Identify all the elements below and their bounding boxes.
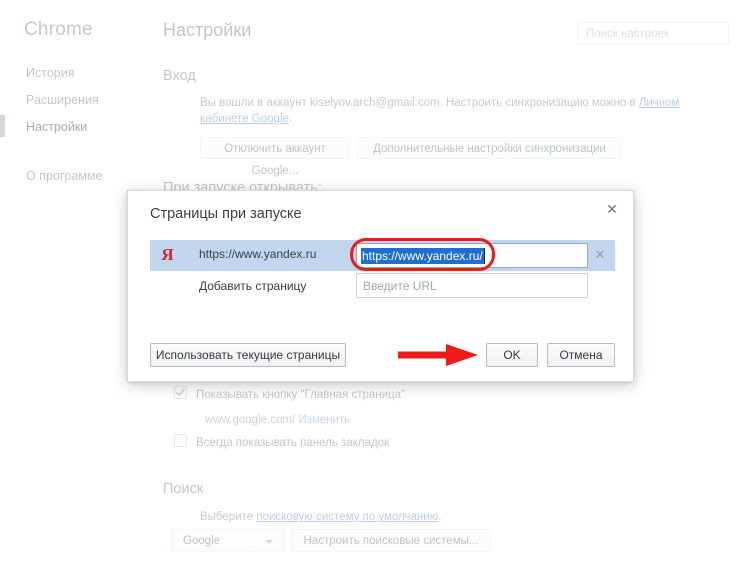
sidebar-item-history[interactable]: История <box>24 60 139 87</box>
startup-page-label: https://www.yandex.ru <box>199 247 317 261</box>
disconnect-google-account-button[interactable]: Отключить аккаунт Google... <box>200 137 350 177</box>
always-show-bookmarks-row[interactable]: Всегда показывать панель закладок <box>174 434 389 449</box>
remove-startup-page-icon[interactable]: ✕ <box>592 247 608 263</box>
add-page-label: Добавить страницу <box>199 279 307 293</box>
dialog-title: Страницы при запуске <box>150 206 302 222</box>
startup-pages-dialog: Страницы при запуске ✕ Я https://www.yan… <box>127 190 634 382</box>
text-cursor <box>484 248 485 264</box>
sidebar-item-label: История <box>26 66 75 80</box>
chrome-brand-label: Chrome <box>24 19 93 40</box>
advanced-sync-settings-button[interactable]: Дополнительные настройки синхронизации <box>357 137 622 159</box>
search-engine-select[interactable]: Google <box>172 529 284 552</box>
checkbox-unchecked-icon[interactable] <box>174 434 187 447</box>
checkbox-checked-icon[interactable] <box>174 386 187 399</box>
show-home-button-label: Показывать кнопку "Главная страница" <box>196 389 406 401</box>
add-page-url-input[interactable]: Введите URL <box>356 273 588 298</box>
sidebar-item-about[interactable]: О программе <box>24 163 139 190</box>
search-description-text: Выберите <box>200 511 257 523</box>
startup-page-url-input[interactable]: https://www.yandex.ru/ <box>356 243 588 268</box>
signin-section-heading: Вход <box>163 68 196 84</box>
search-settings-input[interactable]: Поиск настроек <box>577 22 729 45</box>
close-icon[interactable]: ✕ <box>602 199 622 219</box>
signin-description-tail: . <box>288 113 293 125</box>
cancel-button[interactable]: Отмена <box>547 343 615 367</box>
signin-description: Вы вошли в аккаунт kiselyov.arch@gmail.c… <box>200 95 730 127</box>
search-section-description: Выберите поисковую систему по умолчанию. <box>200 509 600 525</box>
signin-description-text: Вы вошли в аккаунт kiselyov.arch@gmail.c… <box>200 97 639 109</box>
sidebar-item-extensions[interactable]: Расширения <box>24 87 139 114</box>
change-home-page-link[interactable]: Изменить <box>298 414 350 426</box>
sidebar-item-label: Настройки <box>26 120 88 134</box>
search-section-heading: Поиск <box>163 481 204 497</box>
search-engine-selected-value: Google <box>183 535 221 547</box>
sidebar-item-settings[interactable]: Настройки <box>0 114 139 141</box>
chevron-down-icon <box>265 540 273 544</box>
yandex-icon: Я <box>161 245 174 264</box>
page-title: Настройки <box>163 20 252 40</box>
default-search-engine-link[interactable]: поисковую систему по умолчанию <box>256 511 438 523</box>
show-home-button-row[interactable]: Показывать кнопку "Главная страница" <box>174 386 405 401</box>
ok-button[interactable]: OK <box>486 343 538 367</box>
use-current-pages-button[interactable]: Использовать текущие страницы <box>150 343 346 367</box>
sidebar-item-label: Расширения <box>26 93 99 107</box>
sidebar-item-label: О программе <box>26 169 103 183</box>
always-show-bookmarks-label: Всегда показывать панель закладок <box>196 437 390 449</box>
sidebar: История Расширения Настройки О программе <box>0 60 139 190</box>
search-description-tail: . <box>438 511 442 523</box>
manage-search-engines-button[interactable]: Настроить поисковые системы... <box>291 529 491 552</box>
startup-page-url-value: https://www.yandex.ru/ <box>361 248 484 264</box>
startup-page-row[interactable]: Я https://www.yandex.ru https://www.yand… <box>150 240 615 271</box>
home-page-url-row: www.google.com/ Изменить <box>205 412 350 428</box>
add-startup-page-row: Добавить страницу Введите URL <box>150 273 615 300</box>
home-page-url: www.google.com/ <box>205 414 296 426</box>
